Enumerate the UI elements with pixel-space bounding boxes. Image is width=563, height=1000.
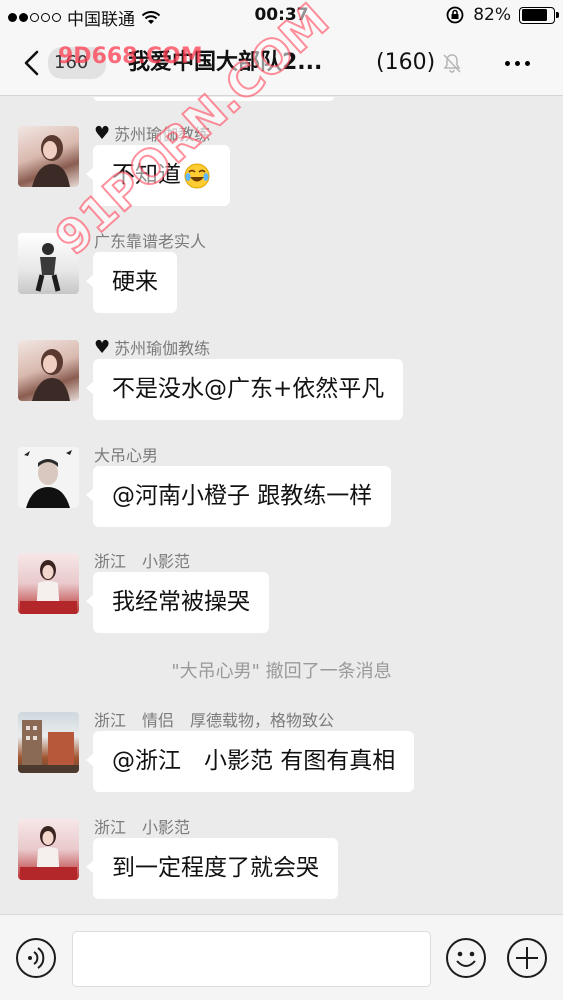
plus-icon[interactable] xyxy=(506,937,548,979)
message-bubble[interactable]: @浙江 小影范 有图有真相 xyxy=(85,731,415,792)
avatar-image xyxy=(20,826,77,880)
message-bubble[interactable]: 硬来 xyxy=(86,252,177,313)
avatar-image xyxy=(18,720,79,773)
avatar-image xyxy=(20,560,77,614)
recall-notice: "大吊心男" 撤回了一条消息 xyxy=(171,661,392,682)
heart-icon: ♥ xyxy=(94,336,111,358)
message-text: 硬来 xyxy=(112,269,158,295)
mute-bell-icon xyxy=(443,54,461,73)
rotation-lock-icon xyxy=(446,6,464,24)
member-count: (160) xyxy=(376,50,436,75)
sender-name: ♥ 苏州瑜伽教练 xyxy=(94,122,211,145)
avatar-image xyxy=(24,450,72,508)
message-bubble[interactable]: @河南小橙子 跟教练一样 xyxy=(85,466,392,527)
input-toolbar xyxy=(0,914,563,1000)
avatar[interactable] xyxy=(18,447,79,508)
message-text: @浙江 小影范 有图有真相 xyxy=(112,748,396,774)
battery-fill xyxy=(521,9,547,21)
message-bubble[interactable]: 不是没水@广东+依然平凡 xyxy=(85,359,404,420)
avatar[interactable] xyxy=(18,340,79,401)
sender-name: 浙江 情侣 厚德载物，格物致公 xyxy=(94,711,335,730)
back-unread-count[interactable]: 160 xyxy=(48,47,106,79)
message-text: 我经常被操哭 xyxy=(112,589,250,615)
message-input[interactable] xyxy=(72,931,431,987)
chat-header: 160 我爱中国大部队2... (160) xyxy=(0,30,563,96)
sender-name: ♥ 苏州瑜伽教练 xyxy=(94,336,211,359)
tear-laugh-emoji-icon xyxy=(184,163,210,188)
avatar[interactable] xyxy=(18,233,79,294)
message-text: @河南小橙子 跟教练一样 xyxy=(112,483,373,509)
message-text: 不是没水@广东+依然平凡 xyxy=(112,376,385,402)
avatar-image xyxy=(32,135,70,187)
group-title[interactable]: 我爱中国大部队2... xyxy=(128,47,322,79)
more-options-button[interactable] xyxy=(505,52,537,74)
avatar-image xyxy=(32,349,70,401)
message-text: 到一定程度了就会哭 xyxy=(112,855,319,881)
avatar[interactable] xyxy=(18,819,79,880)
sender-name: 广东靠谱老实人 xyxy=(94,232,207,251)
sender-name: 大吊心男 xyxy=(94,446,159,465)
message-bubble[interactable]: 到一定程度了就会哭 xyxy=(86,838,338,899)
sender-name: 浙江 小影范 xyxy=(94,818,191,837)
battery-percent: 82% xyxy=(473,5,511,25)
avatar[interactable] xyxy=(18,126,79,187)
avatar[interactable] xyxy=(18,712,79,773)
message-bubble[interactable]: 我经常被操哭 xyxy=(86,572,269,633)
partial-message-bubble xyxy=(93,97,335,101)
emoji-icon[interactable] xyxy=(445,937,487,979)
more-dot-icon xyxy=(505,60,510,66)
message-list[interactable]: ♥ 苏州瑜伽教练 不知道 广东靠谱老实人 硬来 ♥ 苏州瑜伽教练 不是没水@广东… xyxy=(0,97,563,914)
back-chevron-icon[interactable] xyxy=(18,48,48,78)
voice-input-icon[interactable] xyxy=(15,937,57,979)
avatar[interactable] xyxy=(18,553,79,614)
sender-name: 浙江 小影范 xyxy=(94,552,191,571)
avatar-image xyxy=(35,243,61,292)
heart-icon: ♥ xyxy=(94,122,111,144)
status-bar: 中国联通 00:37 82% xyxy=(0,0,563,30)
message-text: 不知道 xyxy=(112,162,181,188)
battery-icon xyxy=(519,6,559,24)
message-bubble[interactable]: 不知道 xyxy=(86,145,230,206)
